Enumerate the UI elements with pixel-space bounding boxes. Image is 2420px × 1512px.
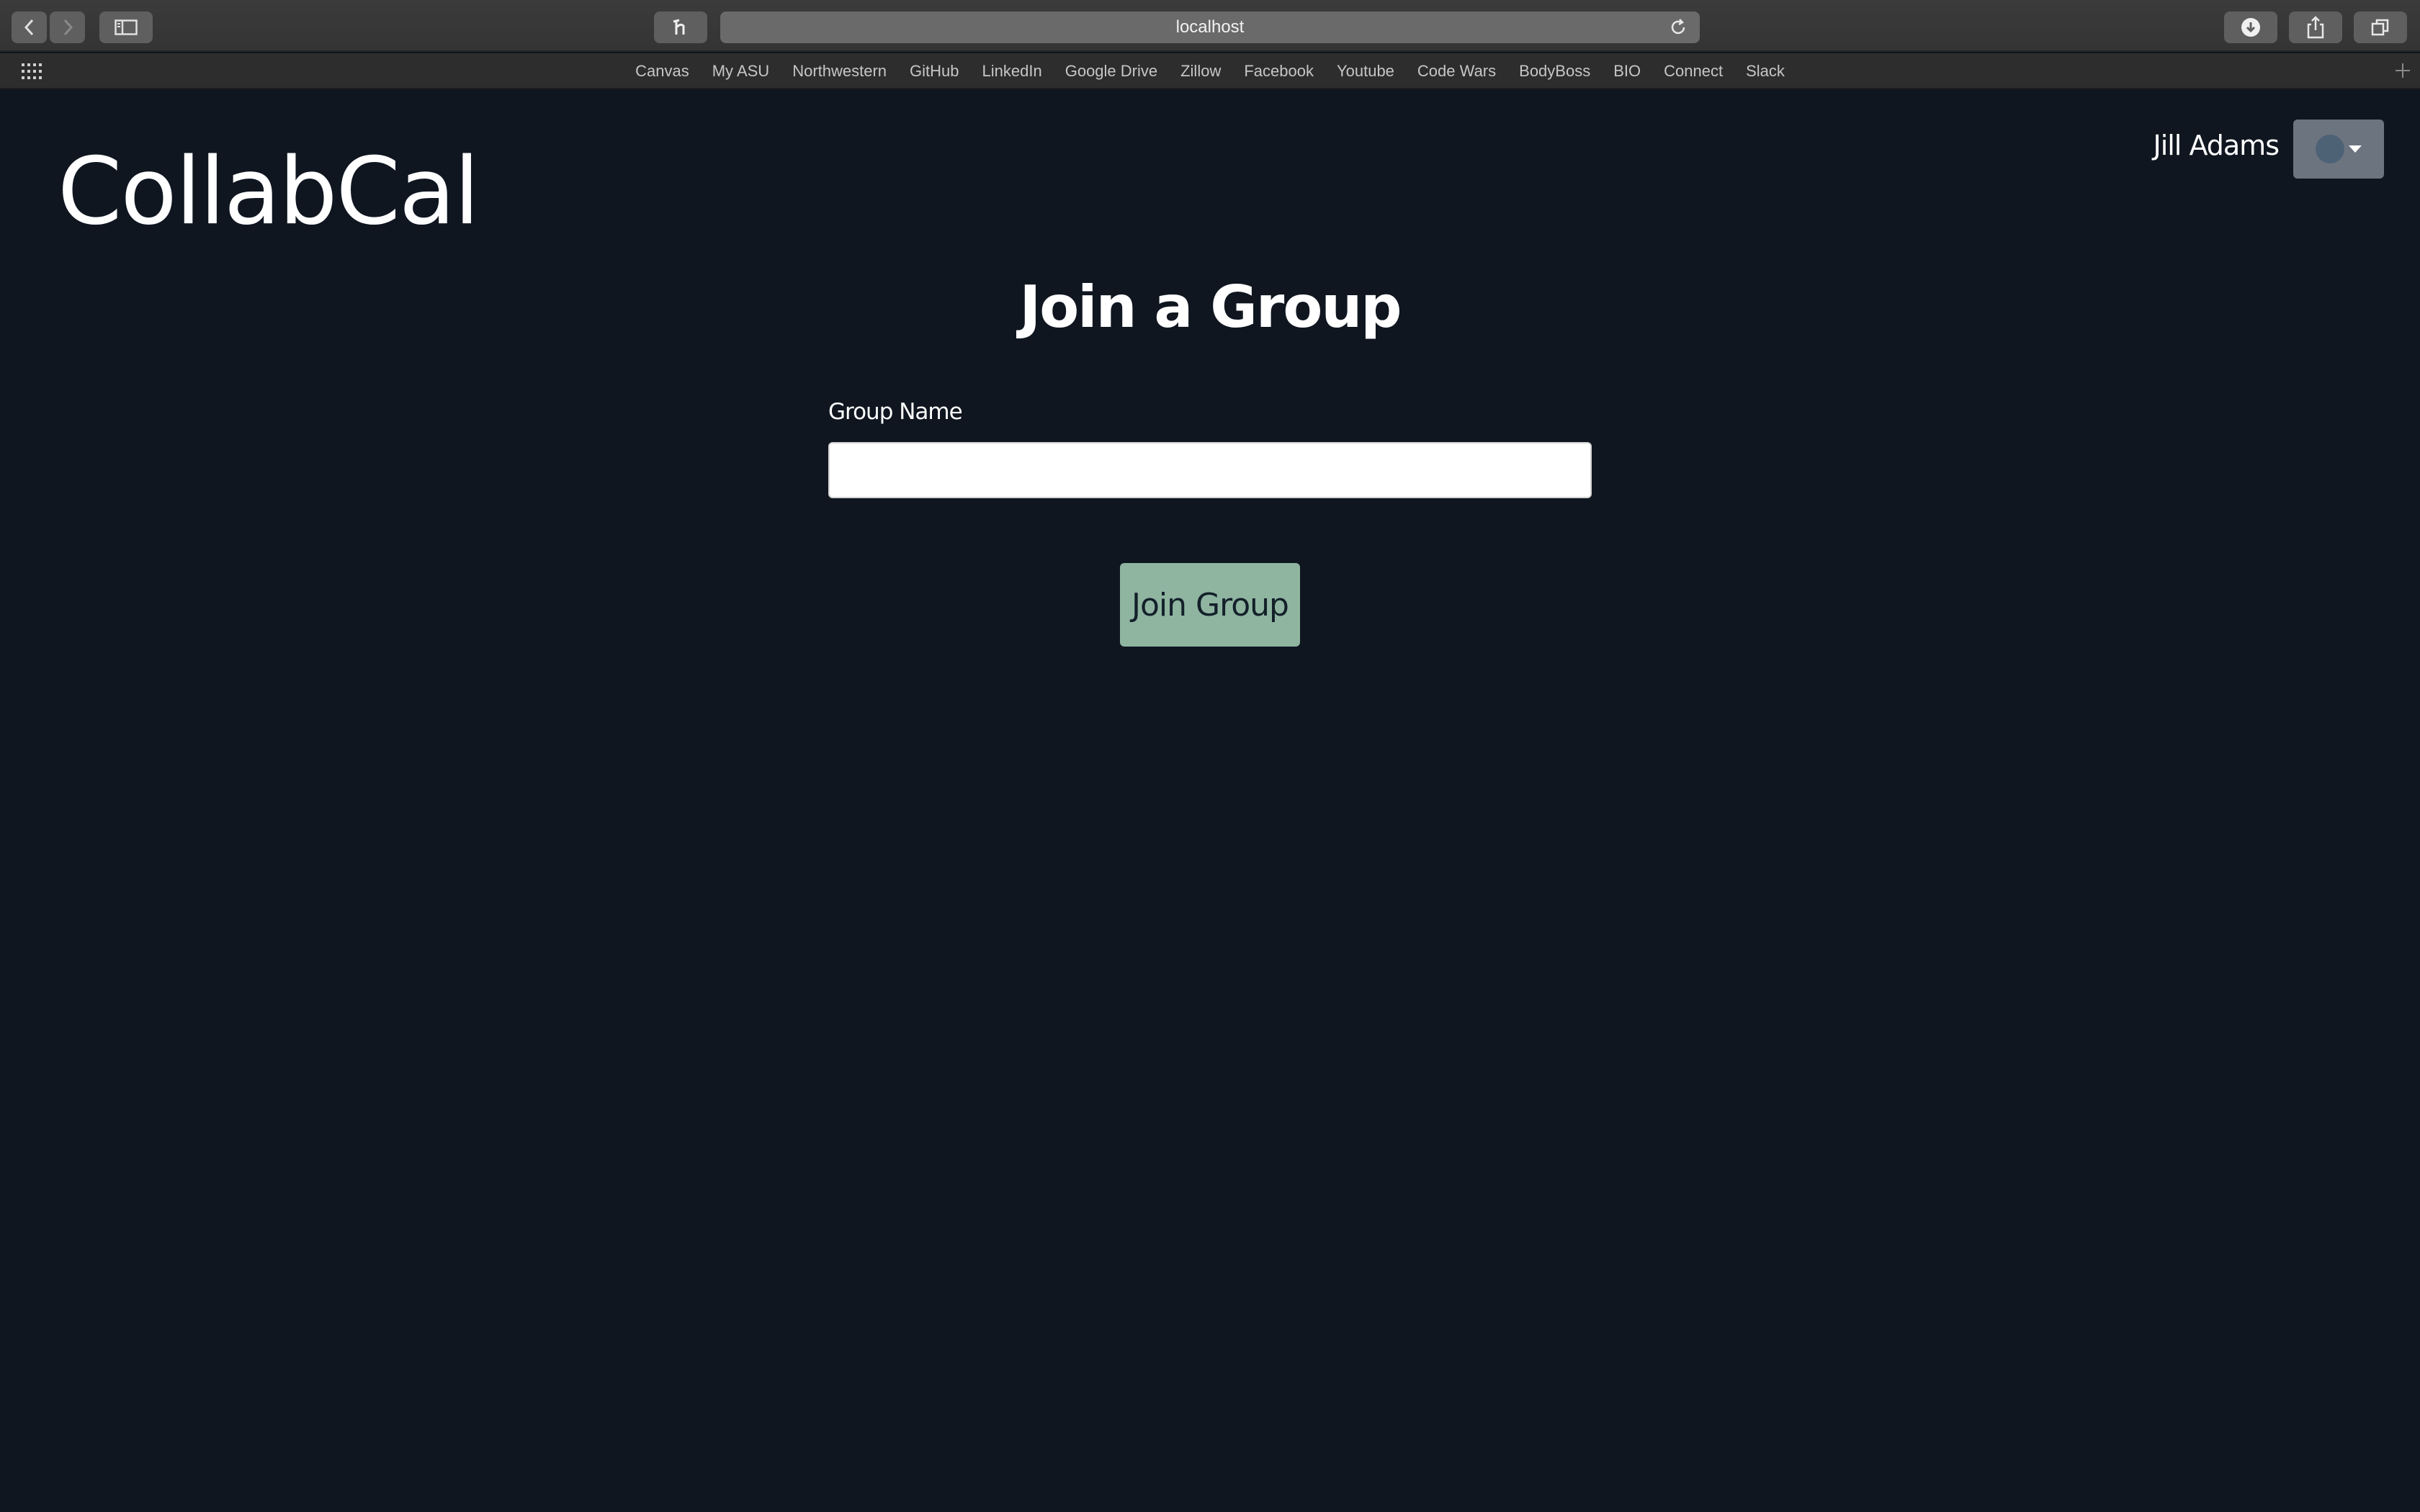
bookmark-slack[interactable]: Slack (1734, 62, 1796, 81)
bookmark-facebook[interactable]: Facebook (1232, 62, 1325, 81)
bookmark-list: Canvas My ASU Northwestern GitHub Linked… (0, 53, 2420, 89)
bookmark-connect[interactable]: Connect (1652, 62, 1734, 81)
forward-button[interactable] (50, 12, 85, 43)
browser-toolbar: localhost (0, 0, 2420, 52)
extension-button[interactable] (654, 12, 707, 43)
bookmark-github[interactable]: GitHub (898, 62, 970, 81)
bookmark-northwestern[interactable]: Northwestern (781, 62, 898, 81)
downloads-button[interactable] (2224, 12, 2277, 43)
share-icon (2307, 16, 2324, 39)
bookmark-bodyboss[interactable]: BodyBoss (1507, 62, 1602, 81)
back-button[interactable] (12, 12, 47, 43)
page-content: CollabCal Jill Adams Join a Group Group … (0, 91, 2420, 1512)
tabs-button[interactable] (2354, 12, 2407, 43)
group-name-label: Group Name (828, 399, 963, 425)
download-icon (2241, 18, 2260, 37)
join-group-button[interactable]: Join Group (1120, 563, 1300, 647)
new-tab-icon[interactable] (2393, 60, 2413, 81)
chevron-left-icon (24, 19, 33, 36)
navigation-buttons (12, 12, 85, 43)
bookmark-canvas[interactable]: Canvas (624, 62, 701, 81)
extension-icon (673, 19, 685, 35)
avatar (2316, 135, 2344, 163)
sidebar-button[interactable] (99, 12, 153, 43)
reload-icon[interactable] (1668, 17, 1688, 37)
bookmark-zillow[interactable]: Zillow (1169, 62, 1232, 81)
page-title: Join a Group (1019, 274, 1402, 341)
user-menu-button[interactable] (2293, 120, 2384, 179)
bookmarks-bar: Canvas My ASU Northwestern GitHub Linked… (0, 53, 2420, 89)
bookmark-my-asu[interactable]: My ASU (701, 62, 781, 81)
bookmark-google-drive[interactable]: Google Drive (1054, 62, 1169, 81)
bookmark-code-wars[interactable]: Code Wars (1406, 62, 1507, 81)
bookmark-linkedin[interactable]: LinkedIn (971, 62, 1054, 81)
bookmark-youtube[interactable]: Youtube (1325, 62, 1406, 81)
bookmark-bio[interactable]: BIO (1602, 62, 1652, 81)
caret-down-icon (2349, 145, 2362, 153)
address-url: localhost (1175, 17, 1245, 37)
tabs-icon (2371, 19, 2389, 36)
user-name: Jill Adams (2153, 130, 2280, 161)
address-bar[interactable]: localhost (720, 12, 1700, 43)
group-name-input[interactable] (828, 442, 1592, 498)
app-logo[interactable]: CollabCal (58, 138, 480, 246)
sidebar-icon (115, 19, 138, 35)
chevron-right-icon (63, 19, 73, 36)
share-button[interactable] (2289, 12, 2342, 43)
